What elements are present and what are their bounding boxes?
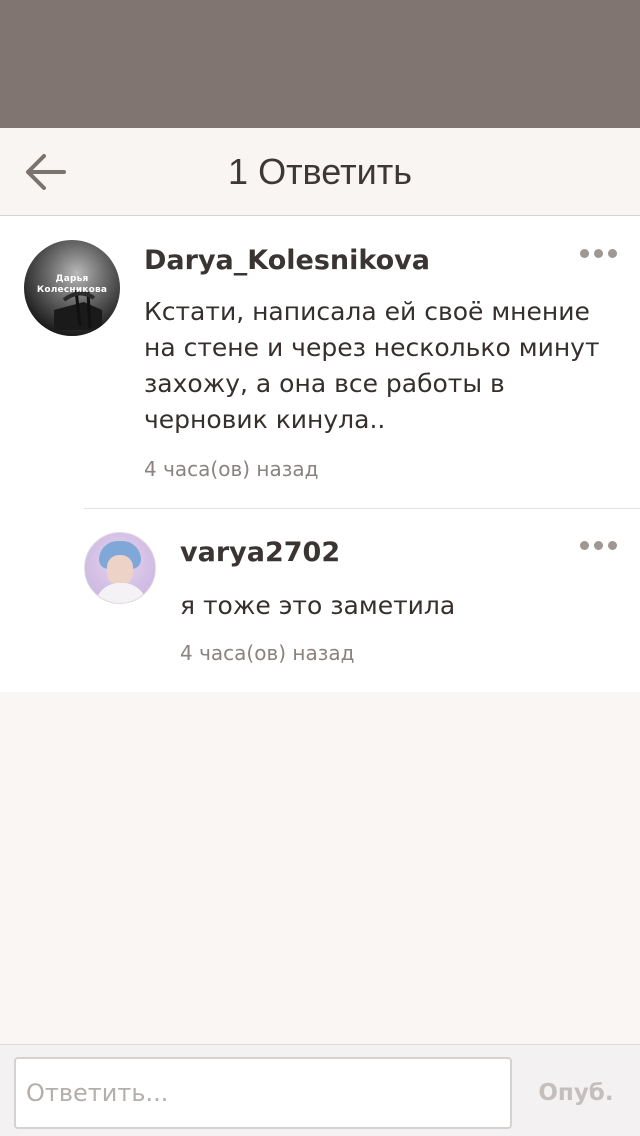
more-dots-icon (608, 541, 617, 550)
comment-username[interactable]: Darya_Kolesnikova (144, 244, 430, 278)
more-dots-icon (594, 541, 603, 550)
status-bar-area (0, 0, 640, 128)
avatar-face (107, 555, 133, 585)
more-options-button[interactable] (578, 244, 618, 264)
avatar-caption: Дарья Колесникова (36, 274, 108, 295)
reply-text: я тоже это заметила (180, 591, 456, 620)
comment-text: Кстати, написала ей своё мнение на стене… (144, 297, 600, 434)
comment-timestamp: 4 часа(ов) назад (144, 457, 319, 481)
avatar[interactable] (84, 532, 156, 604)
more-options-button[interactable] (578, 536, 618, 556)
more-dots-icon (608, 249, 617, 258)
avatar[interactable]: Дарья Колесникова (24, 240, 120, 336)
comment-thread: Дарья Колесникова Darya_Kolesnikova Кста… (0, 216, 640, 692)
more-dots-icon (580, 249, 589, 258)
divider (84, 508, 640, 509)
reply-timestamp: 4 часа(ов) назад (180, 641, 355, 665)
reply-username[interactable]: varya2702 (180, 536, 340, 570)
reply-composer: Опуб. (0, 1044, 640, 1136)
avatar-shoulders (95, 583, 147, 603)
more-dots-icon (594, 249, 603, 258)
page-title: 1 Ответить (228, 151, 412, 192)
more-dots-icon (580, 541, 589, 550)
reply-input[interactable] (14, 1057, 512, 1129)
header: 1 Ответить (0, 128, 640, 216)
publish-button[interactable]: Опуб. (524, 1073, 628, 1113)
